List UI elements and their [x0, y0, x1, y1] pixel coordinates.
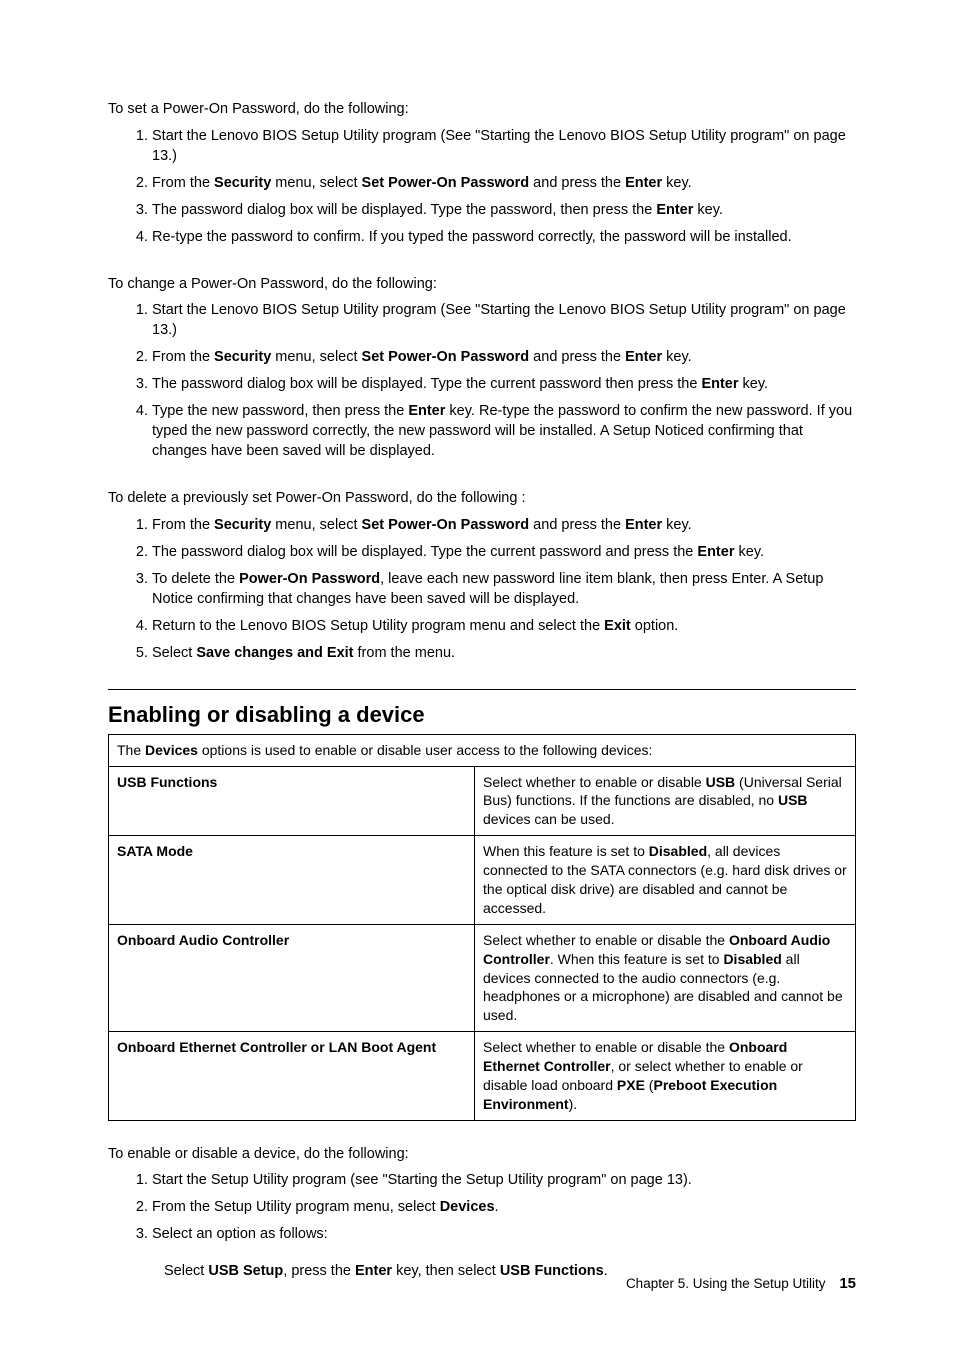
list-item: Select an option as follows:	[152, 1224, 856, 1244]
list-item: The password dialog box will be displaye…	[152, 542, 856, 562]
device-desc-cell: Select whether to enable or disable the …	[475, 1032, 856, 1121]
list-item: Type the new password, then press the En…	[152, 401, 856, 461]
enable-disable-steps: Start the Setup Utility program (see "St…	[108, 1170, 856, 1244]
delete-password-steps: From the Security menu, select Set Power…	[108, 515, 856, 663]
table-row: Onboard Ethernet Controller or LAN Boot …	[109, 1032, 856, 1121]
table-row: Onboard Audio Controller Select whether …	[109, 924, 856, 1031]
set-password-steps: Start the Lenovo BIOS Setup Utility prog…	[108, 126, 856, 247]
intro-change-password: To change a Power-On Password, do the fo…	[108, 275, 856, 295]
document-page: To set a Power-On Password, do the follo…	[0, 0, 954, 1352]
table-intro-cell: The Devices options is used to enable or…	[109, 734, 856, 766]
intro-set-password: To set a Power-On Password, do the follo…	[108, 100, 856, 120]
list-item: The password dialog box will be displaye…	[152, 374, 856, 394]
list-item: Select Save changes and Exit from the me…	[152, 643, 856, 663]
list-item: From the Security menu, select Set Power…	[152, 347, 856, 367]
table-row: USB Functions Select whether to enable o…	[109, 766, 856, 836]
device-desc-cell: When this feature is set to Disabled, al…	[475, 836, 856, 925]
footer-chapter-label: Chapter 5. Using the Setup Utility	[626, 1276, 826, 1291]
list-item: From the Security menu, select Set Power…	[152, 515, 856, 535]
device-name-cell: Onboard Audio Controller	[109, 924, 475, 1031]
devices-table: The Devices options is used to enable or…	[108, 734, 856, 1121]
list-item: The password dialog box will be displaye…	[152, 200, 856, 220]
device-desc-cell: Select whether to enable or disable USB …	[475, 766, 856, 836]
intro-enable-disable: To enable or disable a device, do the fo…	[108, 1145, 856, 1165]
list-item: Re-type the password to confirm. If you …	[152, 227, 856, 247]
list-item: Start the Lenovo BIOS Setup Utility prog…	[152, 126, 856, 166]
intro-delete-password: To delete a previously set Power-On Pass…	[108, 489, 856, 509]
device-name-cell: SATA Mode	[109, 836, 475, 925]
device-desc-cell: Select whether to enable or disable the …	[475, 924, 856, 1031]
table-row: SATA Mode When this feature is set to Di…	[109, 836, 856, 925]
heading-enabling-disabling-device: Enabling or disabling a device	[108, 689, 856, 728]
page-footer: Chapter 5. Using the Setup Utility 15	[626, 1275, 856, 1292]
list-item: Start the Setup Utility program (see "St…	[152, 1170, 856, 1190]
device-name-cell: USB Functions	[109, 766, 475, 836]
footer-page-number: 15	[839, 1275, 856, 1292]
list-item: To delete the Power-On Password, leave e…	[152, 569, 856, 609]
table-header-row: The Devices options is used to enable or…	[109, 734, 856, 766]
device-name-cell: Onboard Ethernet Controller or LAN Boot …	[109, 1032, 475, 1121]
list-item: From the Security menu, select Set Power…	[152, 173, 856, 193]
list-item: Start the Lenovo BIOS Setup Utility prog…	[152, 300, 856, 340]
change-password-steps: Start the Lenovo BIOS Setup Utility prog…	[108, 300, 856, 461]
list-item: From the Setup Utility program menu, sel…	[152, 1197, 856, 1217]
list-item: Return to the Lenovo BIOS Setup Utility …	[152, 616, 856, 636]
